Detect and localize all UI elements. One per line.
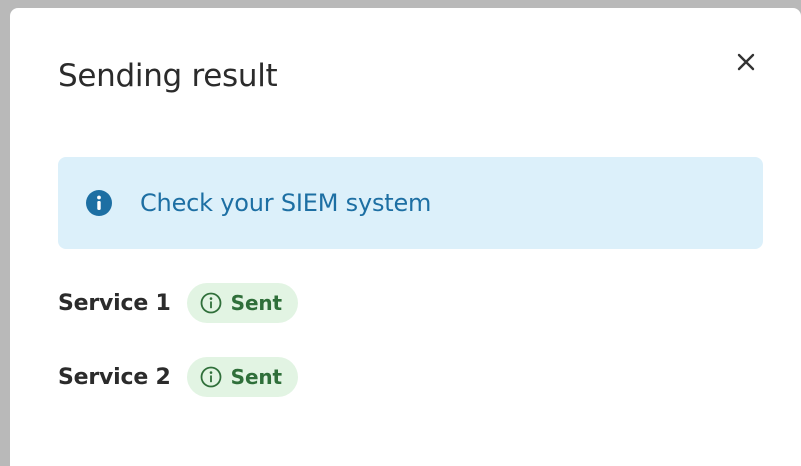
sending-result-dialog: Sending result Check your SIEM system Se… [10,8,801,466]
status-label: Sent [230,365,283,389]
status-badge: Sent [186,357,299,397]
info-circle-outline-icon [200,366,222,388]
close-icon [737,53,755,71]
dialog-title: Sending result [58,58,278,94]
close-button[interactable] [732,48,760,76]
service-row: Service 1 Sent [58,283,299,323]
alert-message: Check your SIEM system [140,189,432,217]
service-row: Service 2 Sent [58,357,299,397]
status-label: Sent [230,291,283,315]
status-badge: Sent [186,283,299,323]
service-name: Service 1 [58,290,171,316]
info-alert: Check your SIEM system [58,157,763,249]
service-name: Service 2 [58,364,171,390]
info-circle-outline-icon [200,292,222,314]
info-circle-filled-icon [86,190,112,216]
